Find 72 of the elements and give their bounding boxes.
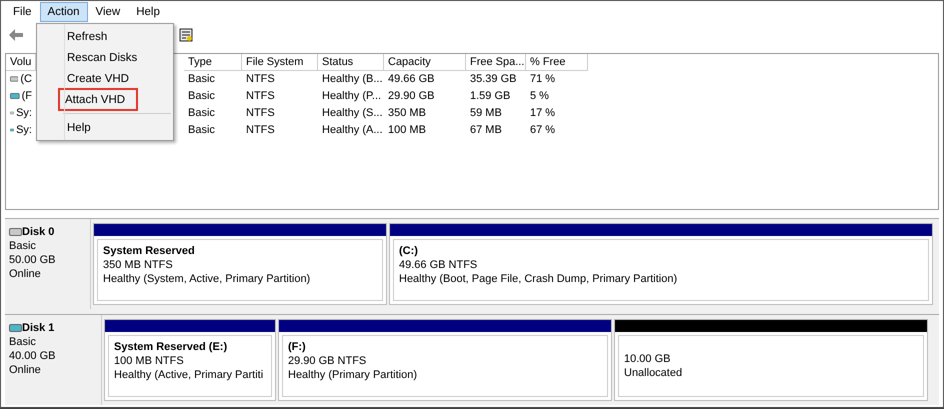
partition-block[interactable]: 10.00 GB Unallocated bbox=[614, 319, 928, 401]
partition-name: System Reserved (E:) bbox=[114, 340, 228, 354]
table-cell: 1.59 GB bbox=[470, 90, 510, 102]
partition-name: System Reserved bbox=[103, 244, 196, 258]
partition-size: 350 MB NTFS bbox=[103, 258, 174, 272]
column-header[interactable]: Free Spa... bbox=[466, 54, 526, 71]
partition-size: 29.90 GB NTFS bbox=[288, 354, 368, 368]
table-cell: Healthy (S... bbox=[322, 107, 383, 120]
partition-block[interactable]: (F:) 29.90 GB NTFS Healthy (Primary Partition) bbox=[278, 319, 612, 401]
partition-size: 10.00 GB bbox=[624, 352, 672, 366]
table-cell: NTFS bbox=[246, 90, 275, 102]
table-cell: 71 % bbox=[530, 73, 556, 86]
partition-block[interactable]: System Reserved 350 MB NTFS Healthy (System, Active, Primary Partition) bbox=[93, 223, 387, 305]
column-header[interactable]: Type bbox=[184, 54, 242, 71]
table-cell: Healthy (A... bbox=[322, 124, 383, 136]
table-cell: 29.90 GB bbox=[388, 90, 434, 102]
disk-type: Basic bbox=[9, 239, 37, 253]
partition-name: (C:) bbox=[399, 244, 419, 258]
table-cell: Healthy (P... bbox=[322, 90, 382, 102]
table-cell: Healthy (B... bbox=[322, 73, 383, 86]
partition-status: Healthy (Active, Primary Partiti bbox=[114, 368, 264, 382]
menu-item[interactable]: Help bbox=[128, 2, 168, 22]
table-cell: NTFS bbox=[246, 107, 275, 120]
menu-item[interactable]: Action bbox=[40, 2, 88, 22]
disk-name: Disk 0 bbox=[22, 225, 54, 239]
partition-block[interactable]: System Reserved (E:) 100 MB NTFS Healthy (Active, Primary Partiti bbox=[104, 319, 276, 401]
menu-item[interactable]: File bbox=[5, 2, 40, 22]
disk-name: Disk 1 bbox=[22, 321, 54, 335]
column-header[interactable]: % Free bbox=[526, 54, 588, 71]
table-cell: (F bbox=[22, 90, 32, 102]
disk-status: Online bbox=[9, 267, 42, 281]
menu-option[interactable]: Rescan Disks bbox=[61, 47, 173, 68]
table-cell: Basic bbox=[188, 90, 215, 102]
menu-option[interactable]: Create VHD bbox=[61, 68, 173, 89]
table-cell: Basic bbox=[188, 124, 215, 136]
table-cell: NTFS bbox=[246, 124, 275, 136]
partition-name: (F:) bbox=[288, 340, 307, 354]
disk-size: 40.00 GB bbox=[9, 349, 56, 363]
menu-item[interactable]: View bbox=[88, 2, 128, 22]
partition-size: 49.66 GB NTFS bbox=[399, 258, 478, 272]
table-cell: 35.39 GB bbox=[470, 73, 516, 86]
partition-status: Healthy (System, Active, Primary Partition) bbox=[103, 272, 312, 286]
partition-status: Healthy (Boot, Page File, Crash Dump, Primary Partition) bbox=[399, 272, 678, 286]
table-cell: (C bbox=[20, 73, 32, 86]
partition-status: Unallocated bbox=[624, 366, 684, 380]
partition-block[interactable]: (C:) 49.66 GB NTFS Healthy (Boot, Page File, Crash Dump, Primary Partition) bbox=[389, 223, 933, 305]
menu-option[interactable]: Refresh bbox=[61, 26, 173, 47]
disk-properties-icon[interactable] bbox=[179, 28, 193, 42]
table-cell: Sy: bbox=[16, 124, 32, 136]
table-cell: 67 % bbox=[530, 124, 556, 136]
table-cell: Basic bbox=[188, 107, 215, 120]
table-cell: NTFS bbox=[246, 73, 275, 86]
table-cell: Sy: bbox=[16, 107, 32, 120]
back-arrow-icon[interactable] bbox=[9, 28, 23, 41]
column-header[interactable]: Capacity bbox=[384, 54, 466, 71]
menu-option[interactable]: Attach VHD bbox=[59, 89, 137, 110]
column-header[interactable]: File System bbox=[242, 54, 318, 71]
partition-size: 100 MB NTFS bbox=[114, 354, 185, 368]
disk-status: Online bbox=[9, 363, 42, 377]
table-cell: 17 % bbox=[530, 107, 556, 120]
menu-option[interactable]: Help bbox=[61, 117, 173, 138]
table-cell: 59 MB bbox=[470, 107, 502, 120]
disk-size: 50.00 GB bbox=[9, 253, 56, 267]
table-cell: 5 % bbox=[530, 90, 549, 102]
table-cell: 49.66 GB bbox=[388, 73, 434, 86]
table-cell: Basic bbox=[188, 73, 215, 86]
column-header[interactable]: Status bbox=[318, 54, 384, 71]
table-cell: 67 MB bbox=[470, 124, 502, 136]
table-cell: 350 MB bbox=[388, 107, 426, 120]
table-cell: 100 MB bbox=[388, 124, 426, 136]
partition-status: Healthy (Primary Partition) bbox=[288, 368, 418, 382]
disk-type: Basic bbox=[9, 335, 37, 349]
